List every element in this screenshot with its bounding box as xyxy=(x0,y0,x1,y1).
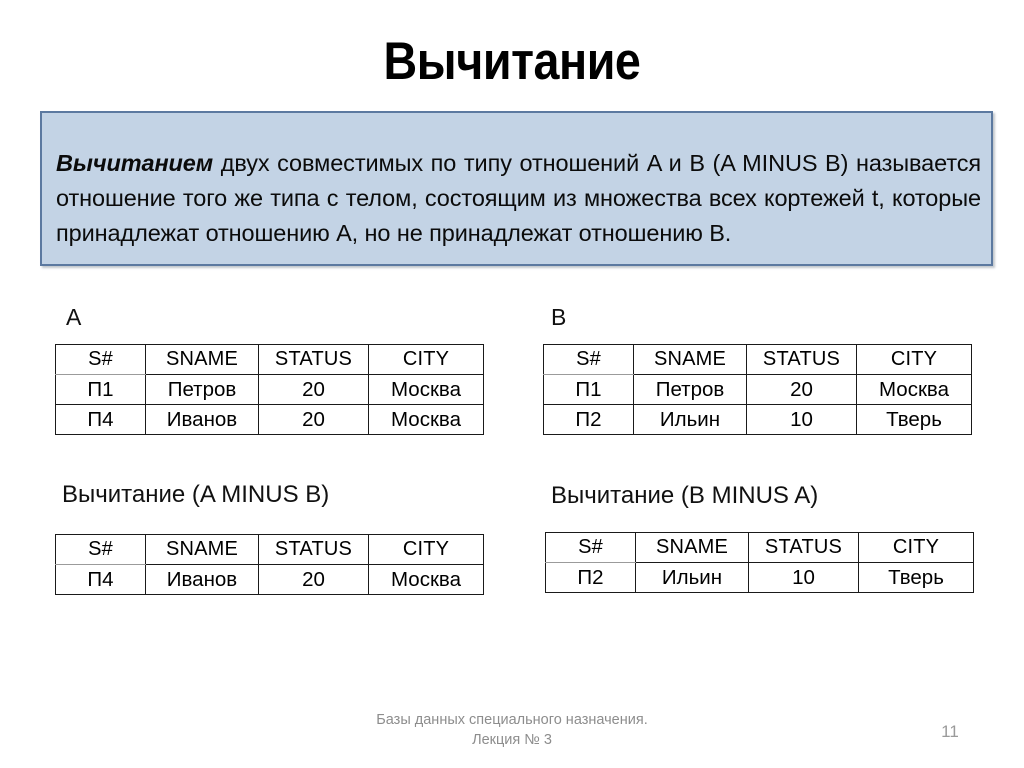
result-b-minus-a-label: Вычитание (B MINUS A) xyxy=(551,482,819,509)
relation-b-label: B xyxy=(551,304,567,330)
cell-city: Тверь xyxy=(858,562,974,593)
cell-sid: П2 xyxy=(545,562,636,593)
cell-status: 20 xyxy=(258,404,369,435)
result-a-minus-b-label: Вычитание (A MINUS B) xyxy=(62,481,330,508)
table-header-row: S# SNAME STATUS CITY xyxy=(543,344,972,375)
page-number: 11 xyxy=(941,722,959,741)
table-row: П2 Ильин 10 Тверь xyxy=(545,562,974,593)
column-header-sname: SNAME xyxy=(635,532,749,563)
column-header-status: STATUS xyxy=(746,344,857,375)
table-row: П2 Ильин 10 Тверь xyxy=(543,404,972,435)
cell-city: Москва xyxy=(368,404,484,435)
column-header-sid: S# xyxy=(55,534,146,565)
table-row: П1 Петров 20 Москва xyxy=(55,374,484,405)
footer-line-2: Лекция № 3 xyxy=(472,732,552,748)
column-header-city: CITY xyxy=(856,344,972,375)
cell-city: Тверь xyxy=(856,404,972,435)
relation-a-label: A xyxy=(66,304,82,330)
page-title: Вычитание xyxy=(383,32,641,91)
cell-status: 20 xyxy=(258,374,369,405)
column-header-sname: SNAME xyxy=(633,344,747,375)
cell-sname: Иванов xyxy=(145,564,259,595)
column-header-sid: S# xyxy=(545,532,636,563)
column-header-status: STATUS xyxy=(258,344,369,375)
column-header-city: CITY xyxy=(858,532,974,563)
result-b-minus-a-table: S# SNAME STATUS CITY П2 Ильин 10 Тверь xyxy=(545,532,974,593)
cell-sid: П1 xyxy=(55,374,146,405)
column-header-city: CITY xyxy=(368,534,484,565)
cell-sname: Петров xyxy=(145,374,259,405)
definition-callout: Вычитанием двух совместимых по типу отно… xyxy=(40,111,993,266)
result-a-minus-b-table: S# SNAME STATUS CITY П4 Иванов 20 Москва xyxy=(55,534,484,595)
cell-status: 10 xyxy=(746,404,857,435)
table-row: П4 Иванов 20 Москва xyxy=(55,404,484,435)
table-header-row: S# SNAME STATUS CITY xyxy=(545,532,974,563)
column-header-sid: S# xyxy=(55,344,146,375)
column-header-city: CITY xyxy=(368,344,484,375)
cell-sname: Ильин xyxy=(635,562,749,593)
cell-sname: Петров xyxy=(633,374,747,405)
cell-status: 20 xyxy=(258,564,369,595)
cell-status: 10 xyxy=(748,562,859,593)
cell-status: 20 xyxy=(746,374,857,405)
column-header-sname: SNAME xyxy=(145,344,259,375)
table-header-row: S# SNAME STATUS CITY xyxy=(55,344,484,375)
column-header-sname: SNAME xyxy=(145,534,259,565)
definition-text: Вычитанием двух совместимых по типу отно… xyxy=(56,146,981,251)
relation-b-table: S# SNAME STATUS CITY П1 Петров 20 Москва… xyxy=(543,344,972,435)
cell-city: Москва xyxy=(368,374,484,405)
cell-sname: Ильин xyxy=(633,404,747,435)
cell-sid: П4 xyxy=(55,564,146,595)
cell-sid: П2 xyxy=(543,404,634,435)
cell-sid: П4 xyxy=(55,404,146,435)
cell-city: Москва xyxy=(856,374,972,405)
table-row: П4 Иванов 20 Москва xyxy=(55,564,484,595)
cell-sname: Иванов xyxy=(145,404,259,435)
table-row: П1 Петров 20 Москва xyxy=(543,374,972,405)
footer-line-1: Базы данных специального назначения. xyxy=(376,712,648,728)
footer-note: Базы данных специального назначения. Лек… xyxy=(212,710,812,750)
relation-a-table: S# SNAME STATUS CITY П1 Петров 20 Москва… xyxy=(55,344,484,435)
column-header-status: STATUS xyxy=(748,532,859,563)
column-header-sid: S# xyxy=(543,344,634,375)
definition-lead-term: Вычитанием xyxy=(56,149,214,176)
slide-canvas: Вычитание Вычитанием двух совместимых по… xyxy=(0,0,1024,768)
table-header-row: S# SNAME STATUS CITY xyxy=(55,534,484,565)
column-header-status: STATUS xyxy=(258,534,369,565)
cell-sid: П1 xyxy=(543,374,634,405)
cell-city: Москва xyxy=(368,564,484,595)
